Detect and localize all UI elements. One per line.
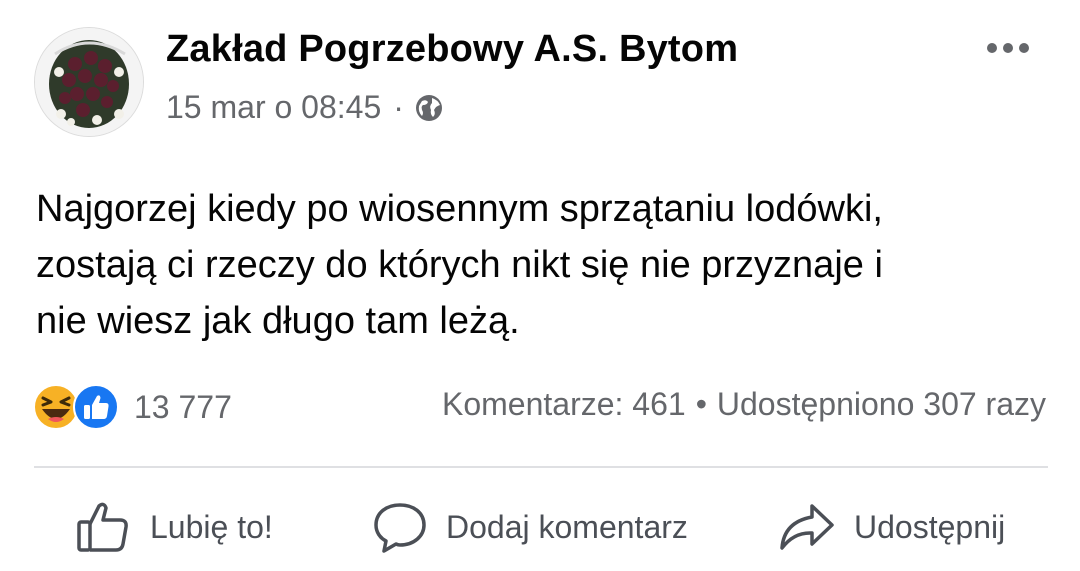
share-button[interactable]: Udostępnij bbox=[778, 495, 1005, 559]
divider bbox=[34, 466, 1048, 468]
engagement-stats: Komentarze: 461 • Udostępniono 307 razy bbox=[442, 386, 1046, 423]
post-text-line: Najgorzej kiedy po wiosennym sprzątaniu … bbox=[36, 188, 883, 230]
wreath-avatar-image bbox=[35, 28, 143, 136]
shares-count-link[interactable]: Udostępniono 307 razy bbox=[717, 386, 1046, 423]
reactions-summary[interactable]: 13 777 bbox=[32, 383, 232, 431]
thumbs-up-icon bbox=[77, 502, 128, 552]
globe-icon[interactable] bbox=[414, 93, 444, 123]
page-avatar[interactable] bbox=[34, 27, 144, 137]
post-meta: 15 mar o 08:45 · bbox=[166, 89, 444, 126]
post-text-line: zostają ci rzeczy do których nikt się ni… bbox=[36, 244, 883, 286]
share-button-label: Udostępnij bbox=[854, 508, 1006, 545]
like-button[interactable]: Lubię to! bbox=[74, 495, 273, 559]
reaction-icons bbox=[32, 383, 124, 431]
reaction-count: 13 777 bbox=[134, 388, 232, 425]
more-options-button[interactable] bbox=[984, 34, 1032, 62]
stats-separator: • bbox=[695, 386, 707, 422]
post-text-line: nie wiesz jak długo tam leżą. bbox=[36, 300, 520, 342]
comments-count-link[interactable]: Komentarze: 461 bbox=[442, 386, 686, 423]
comment-bubble-icon bbox=[374, 503, 426, 553]
share-arrow-icon bbox=[780, 504, 834, 550]
like-button-label: Lubię to! bbox=[150, 508, 273, 545]
comment-button[interactable]: Dodaj komentarz bbox=[372, 495, 688, 559]
like-reaction-icon bbox=[73, 384, 119, 430]
meta-separator: · bbox=[393, 89, 404, 125]
action-bar: Lubię to! Dodaj komentarz Udostępnij bbox=[0, 495, 1080, 559]
comment-button-label: Dodaj komentarz bbox=[446, 508, 688, 545]
author-name[interactable]: Zakład Pogrzebowy A.S. Bytom bbox=[166, 28, 738, 71]
post-text: Najgorzej kiedy po wiosennym sprzątaniu … bbox=[36, 181, 1046, 349]
more-dots-icon bbox=[987, 43, 1029, 53]
post-timestamp[interactable]: 15 mar o 08:45 bbox=[166, 89, 381, 126]
